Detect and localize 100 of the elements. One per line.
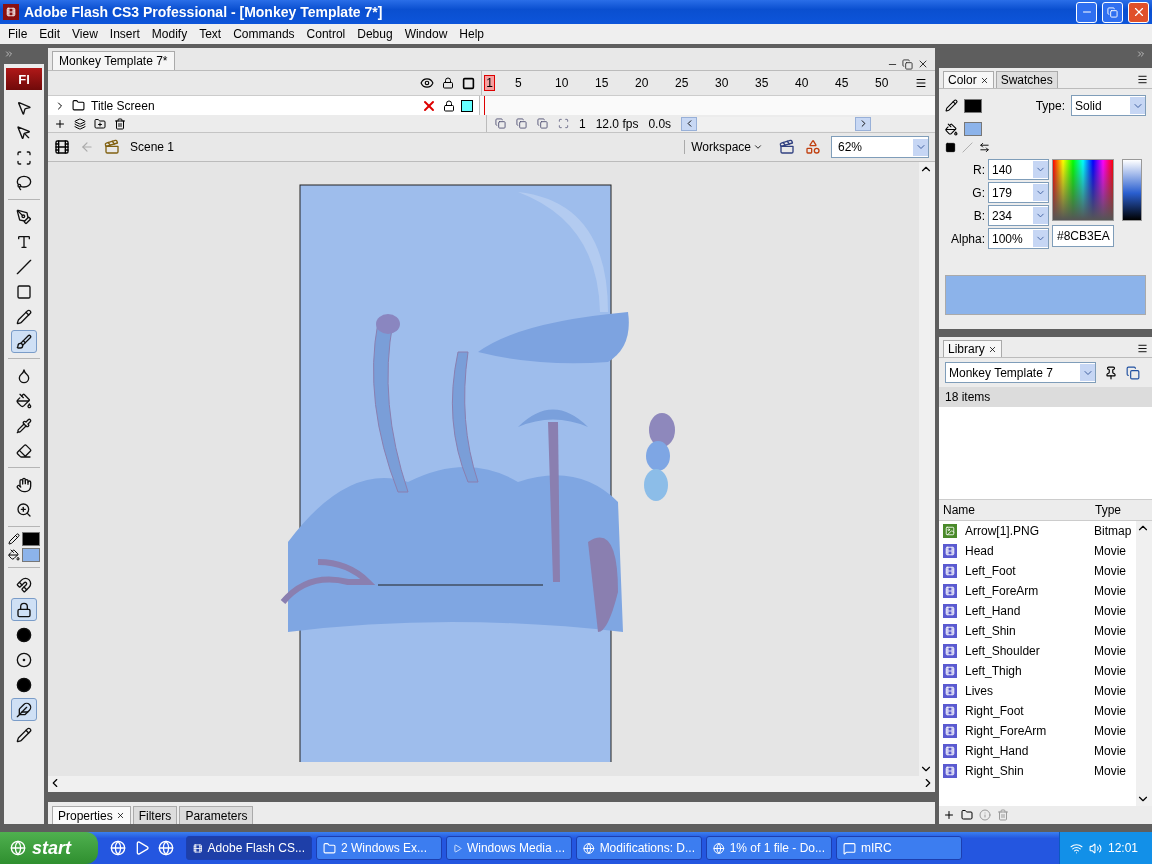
edit-symbol-icon[interactable]	[805, 139, 821, 155]
stroke-color-swatch[interactable]	[22, 532, 40, 546]
lock-icon[interactable]	[442, 77, 454, 89]
folder-icon[interactable]	[961, 809, 973, 821]
onion-outline-icon[interactable]	[516, 118, 527, 129]
menu-item[interactable]: View	[66, 27, 104, 41]
stroke-color-swatch[interactable]	[964, 98, 982, 113]
library-item[interactable]: Left_Hand Movie	[939, 601, 1136, 621]
outline-icon[interactable]	[462, 76, 475, 90]
channel-field[interactable]: 140	[988, 159, 1049, 180]
document-tab[interactable]: Monkey Template 7*	[52, 51, 175, 70]
brush-tool[interactable]	[11, 330, 37, 353]
scroll-left-button[interactable]	[681, 116, 698, 131]
vertical-scrollbar[interactable]	[1136, 521, 1152, 806]
taskbar-button[interactable]: 2 Windows Ex...	[316, 836, 442, 860]
menu-icon[interactable]	[915, 77, 927, 89]
taskbar-button[interactable]: Adobe Flash CS...	[186, 836, 312, 860]
close-icon[interactable]	[115, 811, 125, 820]
scene-name[interactable]: Scene 1	[130, 140, 175, 154]
menu-item[interactable]: File	[2, 27, 34, 41]
timeline-toggle-icon[interactable]	[54, 139, 70, 155]
library-item[interactable]: Right_Hand Movie	[939, 741, 1136, 761]
library-item[interactable]: Left_Foot Movie	[939, 561, 1136, 581]
workspace-menu[interactable]: Workspace	[684, 140, 769, 154]
menu-icon[interactable]	[1137, 74, 1148, 85]
eye-icon[interactable]	[420, 76, 434, 90]
library-item[interactable]: Left_Thigh Movie	[939, 661, 1136, 681]
taskbar-button[interactable]: Windows Media ...	[446, 836, 572, 860]
hex-field[interactable]: #8CB3EA	[1052, 225, 1114, 247]
panel-tab[interactable]: Swatches	[995, 71, 1058, 88]
playhead[interactable]: 1	[484, 75, 495, 91]
menu-item[interactable]: Modify	[145, 27, 194, 41]
play-icon[interactable]	[134, 840, 150, 856]
channel-field[interactable]: 234	[988, 205, 1049, 226]
no-color-icon[interactable]	[962, 142, 973, 153]
brightness-bar[interactable]	[1122, 159, 1142, 221]
timeline-scrollbar[interactable]	[681, 116, 872, 131]
edit-scene-icon[interactable]	[779, 139, 795, 155]
network-icon[interactable]	[1069, 841, 1083, 855]
menu-item[interactable]: Debug	[351, 27, 399, 41]
panel-tab[interactable]: Properties	[52, 806, 131, 824]
library-item[interactable]: Right_Foot Movie	[939, 701, 1136, 721]
restore-button[interactable]	[1102, 1, 1123, 23]
close-icon[interactable]	[987, 344, 997, 354]
lock-icon[interactable]	[443, 99, 455, 112]
new-layer-icon[interactable]	[54, 117, 66, 130]
library-item[interactable]: Lives Movie	[939, 681, 1136, 701]
minimize-button[interactable]	[1076, 1, 1097, 23]
pin-icon[interactable]	[1104, 365, 1118, 380]
panel-tab[interactable]: Filters	[132, 806, 178, 824]
panel-tab[interactable]: Color	[943, 71, 994, 88]
panel-tab[interactable]: Library	[943, 340, 1002, 357]
library-dropdown[interactable]: Monkey Template 7	[945, 362, 1096, 383]
new-symbol-icon[interactable]	[943, 809, 955, 821]
trash-icon[interactable]	[114, 117, 126, 130]
globe-icon[interactable]	[158, 840, 174, 856]
close-icon[interactable]	[917, 58, 929, 70]
close-icon[interactable]	[979, 75, 989, 85]
folder-icon[interactable]	[94, 117, 106, 130]
library-item[interactable]: Left_ForeArm Movie	[939, 581, 1136, 601]
default-colors-icon[interactable]	[945, 142, 956, 153]
taskbar-button[interactable]: 1% of 1 file - Do...	[706, 836, 832, 860]
smooth-tool[interactable]	[11, 698, 37, 721]
taskbar-button[interactable]: mIRC	[836, 836, 962, 860]
color-spectrum[interactable]	[1052, 159, 1114, 221]
menu-item[interactable]: Control	[300, 27, 352, 41]
fill-color-swatch[interactable]	[22, 548, 40, 562]
library-item[interactable]: Head Movie	[939, 541, 1136, 561]
markers-icon[interactable]	[558, 118, 569, 129]
scroll-right-button[interactable]	[855, 116, 872, 131]
zoom-dropdown[interactable]: 62%	[831, 136, 929, 158]
menu-item[interactable]: Edit	[33, 27, 67, 41]
type-dropdown[interactable]: Solid	[1071, 95, 1146, 116]
onion-skin-icon[interactable]	[495, 118, 506, 129]
library-item[interactable]: Right_ForeArm Movie	[939, 721, 1136, 741]
menu-icon[interactable]	[1137, 343, 1148, 354]
library-item[interactable]: Arrow[1].PNG Bitmap	[939, 521, 1136, 541]
edit-frames-icon[interactable]	[537, 118, 548, 129]
volume-icon[interactable]	[1088, 841, 1102, 855]
menu-item[interactable]: Insert	[103, 27, 146, 41]
layers-icon[interactable]	[74, 117, 86, 130]
library-item[interactable]: Left_Shin Movie	[939, 621, 1136, 641]
lockfill-tool[interactable]	[11, 598, 37, 621]
column-header[interactable]: Name	[939, 503, 1091, 517]
restore-icon[interactable]	[902, 59, 913, 70]
new-library-icon[interactable]	[1126, 365, 1140, 380]
globe-icon[interactable]	[110, 840, 126, 856]
channel-field[interactable]: 179	[988, 182, 1049, 203]
swap-colors-icon[interactable]	[979, 142, 990, 153]
library-item[interactable]: Left_Shoulder Movie	[939, 641, 1136, 661]
library-item[interactable]: Right_Shin Movie	[939, 761, 1136, 781]
menu-item[interactable]: Commands	[227, 27, 301, 41]
vertical-scrollbar[interactable]	[919, 162, 935, 776]
menu-item[interactable]: Text	[193, 27, 228, 41]
menu-item[interactable]: Window	[398, 27, 454, 41]
fill-color-swatch[interactable]	[964, 122, 982, 136]
column-header[interactable]: Type	[1091, 503, 1152, 517]
close-button[interactable]	[1128, 1, 1149, 23]
menu-item[interactable]: Help	[453, 27, 490, 41]
horizontal-scrollbar[interactable]	[48, 776, 935, 792]
